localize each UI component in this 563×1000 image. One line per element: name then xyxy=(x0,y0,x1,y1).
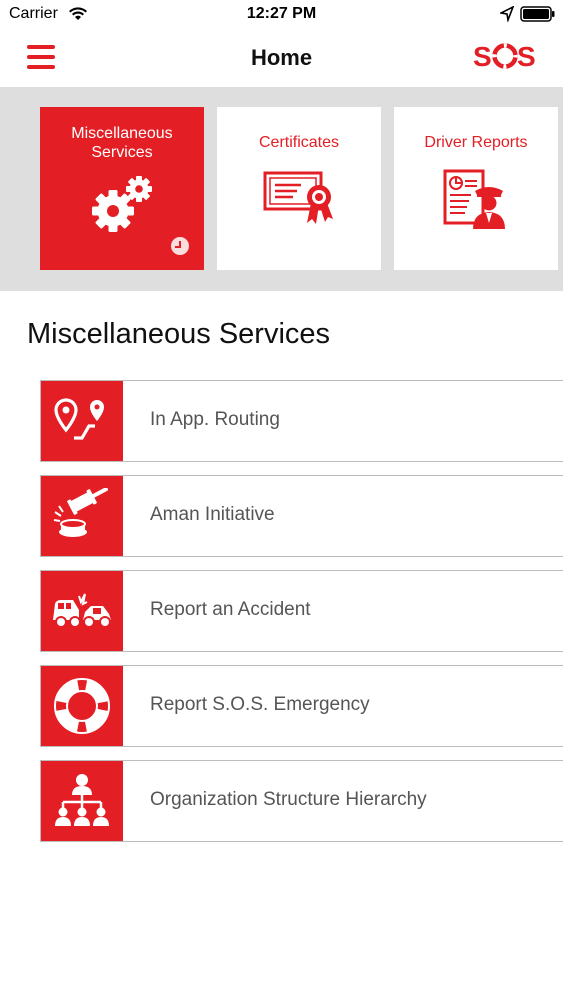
nav-bar: Home S S xyxy=(0,30,563,87)
driver-report-icon xyxy=(394,167,558,238)
category-tiles: Miscellaneous Services Certificates Driv… xyxy=(0,87,563,291)
routing-pins-icon xyxy=(41,381,123,461)
service-label: Aman Initiative xyxy=(150,504,275,525)
svg-text:S: S xyxy=(517,41,536,71)
sos-logo[interactable]: S S xyxy=(472,41,538,71)
service-item-report-sos-emergency[interactable]: Report S.O.S. Emergency xyxy=(40,665,563,747)
clock-time: 12:27 PM xyxy=(246,5,317,22)
gavel-icon xyxy=(41,476,123,556)
battery-icon xyxy=(520,6,555,22)
tile-label: Certificates xyxy=(258,134,340,151)
certificate-icon xyxy=(217,167,381,232)
service-item-report-accident[interactable]: Report an Accident xyxy=(40,570,563,652)
service-item-organization-hierarchy[interactable]: Organization Structure Hierarchy xyxy=(40,760,563,842)
tile-certificates[interactable]: Certificates xyxy=(217,107,381,270)
svg-text:S: S xyxy=(473,41,492,71)
tile-miscellaneous-services[interactable]: Miscellaneous Services xyxy=(40,107,204,270)
clock-icon xyxy=(171,237,189,255)
car-accident-icon xyxy=(41,571,123,651)
gears-icon xyxy=(40,171,204,242)
section-title: Miscellaneous Services xyxy=(27,318,331,350)
service-label: In App. Routing xyxy=(150,409,280,430)
service-label: Report an Accident xyxy=(150,599,311,620)
tile-label: Miscellaneous Services xyxy=(71,125,173,161)
tile-driver-reports[interactable]: Driver Reports xyxy=(394,107,558,270)
org-chart-icon xyxy=(41,761,123,841)
service-item-in-app-routing[interactable]: In App. Routing xyxy=(40,380,563,462)
service-item-aman-initiative[interactable]: Aman Initiative xyxy=(40,475,563,557)
service-label: Organization Structure Hierarchy xyxy=(150,789,427,810)
location-arrow-icon xyxy=(500,6,514,22)
lifebuoy-icon xyxy=(41,666,123,746)
service-label: Report S.O.S. Emergency xyxy=(150,694,370,715)
status-bar: Carrier 12:27 PM xyxy=(0,0,563,30)
tile-label: Driver Reports xyxy=(424,134,528,151)
